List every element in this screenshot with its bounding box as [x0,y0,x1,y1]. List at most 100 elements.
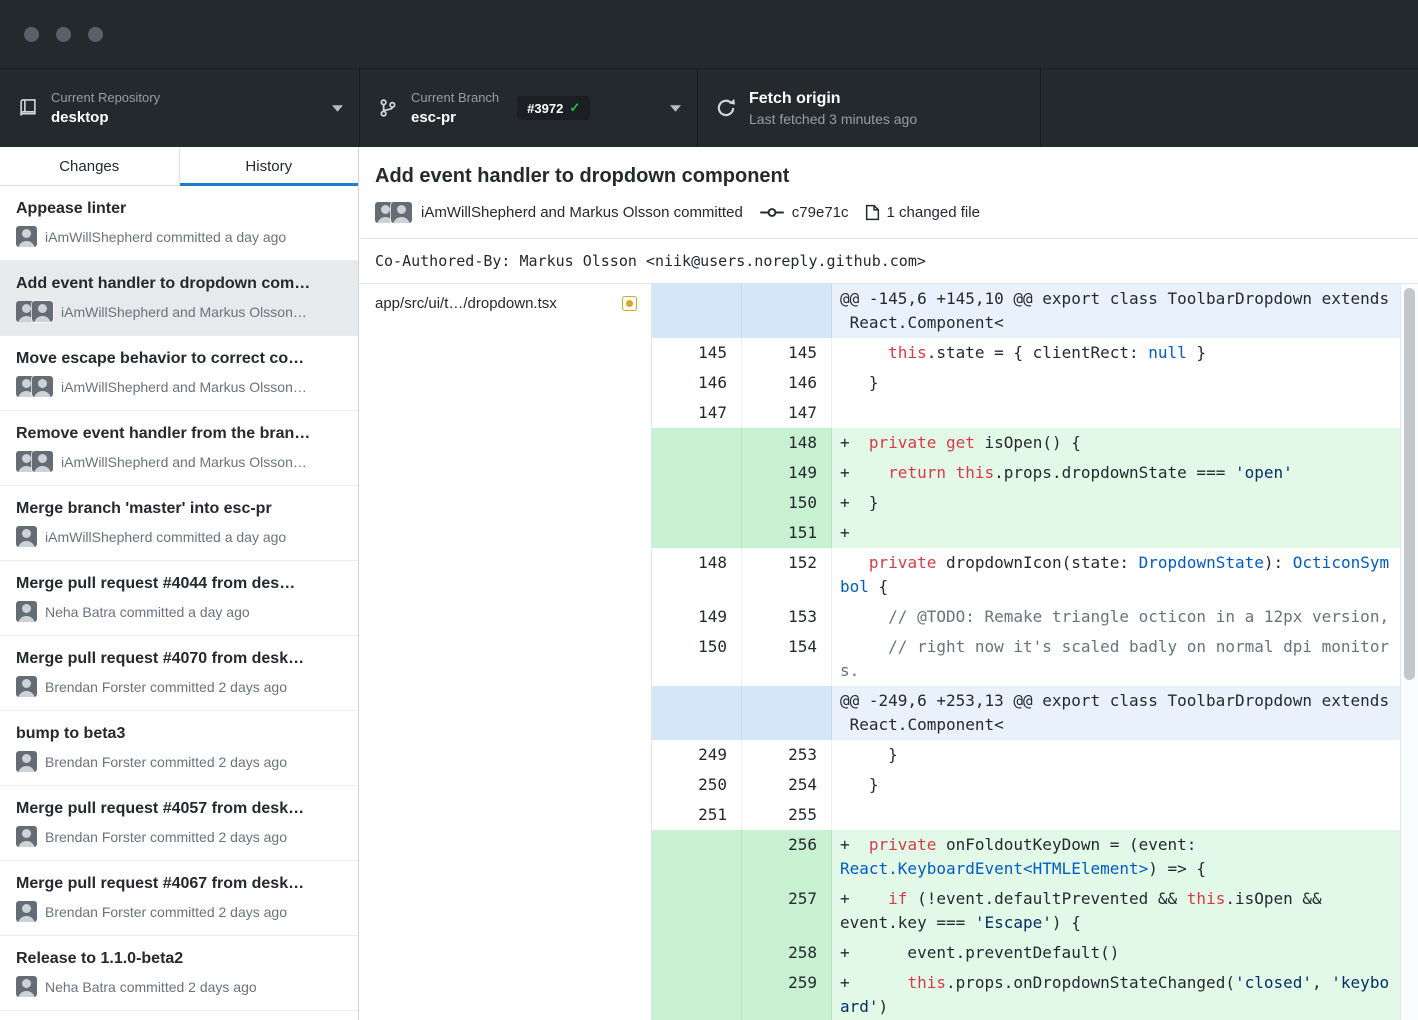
diff-gutter-new: 154 [742,632,832,686]
diff-code-cell: @@ -145,6 +145,10 @@ export class Toolba… [832,284,1418,338]
diff-line-row: 145145 this.state = { clientRect: null } [652,338,1418,368]
zoom-window-button[interactable] [88,27,103,42]
avatar-stack [16,376,53,397]
avatar [16,526,37,547]
diff-gutter-new: 257 [742,884,832,938]
commit-item-meta: iAmWillShepherd committed a day ago [16,226,342,247]
fetch-origin-button[interactable]: Fetch origin Last fetched 3 minutes ago [697,69,1040,147]
diff-gutter-new: 145 [742,338,832,368]
file-list-item[interactable]: app/src/ui/t…/dropdown.tsx [359,284,651,322]
diff-code-cell [832,398,1418,428]
commit-item-title: bump to beta3 [16,724,342,744]
commit-list-item[interactable]: bump to beta3 Brendan Forster committed 2… [0,711,358,786]
current-repository-label: Current Repository [51,90,160,106]
repo-icon [16,98,40,118]
avatar [16,601,37,622]
git-commit-icon [759,205,785,220]
toolbar-filler [1040,69,1418,147]
commit-item-meta: Brendan Forster committed 2 days ago [16,826,342,847]
avatar-stack [16,976,37,997]
avatar-stack [16,676,37,697]
diff-scrollbar-track[interactable] [1400,284,1418,1020]
diff-gutter-old: 146 [652,368,742,398]
git-branch-icon [376,98,400,118]
content: Changes History Appease linter iAmWillShe… [0,147,1418,1020]
diff-code-cell: + private onFoldoutKeyDown = (event: Rea… [832,830,1418,884]
current-repository-button[interactable]: Current Repository desktop [0,69,359,147]
commit-list-item[interactable]: Remove event handler from the bran… iAmWi… [0,411,358,486]
commit-list-item[interactable]: Move escape behavior to correct co…iAmWi… [0,336,358,411]
commit-item-title: Appease linter [16,199,342,219]
diff-gutter-new: 254 [742,770,832,800]
tab-changes[interactable]: Changes [0,147,180,185]
diff-gutter-old: 148 [652,548,742,602]
diff-code-cell: + } [832,488,1418,518]
diff-line-row: 250254 } [652,770,1418,800]
commit-summary: Add event handler to dropdown component … [359,147,1418,239]
diff-line-row: 259+ this.props.onDropdownStateChanged('… [652,968,1418,1020]
diff-gutter-new: 147 [742,398,832,428]
commit-list-item[interactable]: Merge branch 'master' into esc-priAmWill… [0,486,358,561]
diff-gutter-old: 149 [652,602,742,632]
commit-list-item[interactable]: Release to 1.1.0-beta2Neha Batra committ… [0,936,358,1011]
diff-line-row: 147147 [652,398,1418,428]
diff-gutter-new: 255 [742,800,832,830]
diff-gutter-old [652,284,742,338]
avatar-stack [16,601,37,622]
commit-list-item[interactable]: Appease linter iAmWillShepherd committed … [0,186,358,261]
commit-list-item[interactable]: Merge pull request #4070 from desk…Brend… [0,636,358,711]
current-branch-label: Current Branch [411,90,499,106]
commit-meta-row: iAmWillShepherd and Markus Olsson commit… [375,202,1402,223]
diff-gutter-old: 249 [652,740,742,770]
chevron-down-icon [670,105,681,112]
pr-status-badge: #3972 ✓ [517,96,590,120]
commit-title: Add event handler to dropdown component [375,163,1402,189]
commit-item-meta: iAmWillShepherd and Markus Olsson… [16,376,342,397]
fetch-origin-label: Fetch origin [749,89,917,109]
diff-viewer: @@ -145,6 +145,10 @@ export class Toolba… [652,284,1418,1020]
diff-workarea: app/src/ui/t…/dropdown.tsx @@ -145,6 +14… [359,284,1418,1020]
tab-history[interactable]: History [180,147,359,185]
minimize-window-button[interactable] [56,27,71,42]
diff-code-cell: @@ -249,6 +253,13 @@ export class Toolba… [832,686,1418,740]
avatar [391,202,412,223]
close-window-button[interactable] [24,27,39,42]
diff-line-row: 150+ } [652,488,1418,518]
current-branch-value: esc-pr [411,108,499,127]
diff-code-cell: this.state = { clientRect: null } [832,338,1418,368]
diff-code-cell: + this.props.onDropdownStateChanged('clo… [832,968,1418,1020]
commit-list-item[interactable]: Merge pull request #4053 from d…Brendan … [0,1011,358,1020]
diff-code-cell: + [832,518,1418,548]
commit-item-meta: iAmWillShepherd committed a day ago [16,526,342,547]
commit-list-item[interactable]: Merge pull request #4044 from des…Neha B… [0,561,358,636]
pr-number: #3972 [527,101,563,116]
diff-line-row: 257+ if (!event.defaultPrevented && this… [652,884,1418,938]
commit-list-item[interactable]: Merge pull request #4057 from desk…Brend… [0,786,358,861]
commit-list-item[interactable]: Add event handler to dropdown com…iAmWil… [0,261,358,336]
diff-code-cell: + event.preventDefault() [832,938,1418,968]
diff-gutter-new: 150 [742,488,832,518]
commit-item-meta: Brendan Forster committed 2 days ago [16,751,342,772]
file-modified-status-icon [622,296,637,311]
diff-line-row: 249253 } [652,740,1418,770]
diff-gutter-new: 146 [742,368,832,398]
diff-scrollbar-thumb[interactable] [1404,288,1415,680]
commit-meta-text: iAmWillShepherd and Markus Olsson… [61,454,307,470]
diff-gutter-old [652,884,742,938]
commit-list-item[interactable]: Merge pull request #4067 from desk… Brend… [0,861,358,936]
commit-meta-text: iAmWillShepherd committed a day ago [45,229,286,245]
avatar [32,301,53,322]
current-branch-button[interactable]: Current Branch esc-pr #3972 ✓ [359,69,697,147]
commit-meta-text: Brendan Forster committed 2 days ago [45,904,287,920]
diff-gutter-new: 152 [742,548,832,602]
avatar-stack [16,751,37,772]
commit-item-title: Merge pull request #4067 from desk… [16,874,342,894]
avatar [16,901,37,922]
commit-meta-text: Neha Batra committed 2 days ago [45,979,257,995]
commit-item-title: Remove event handler from the bran… [16,424,342,444]
sync-icon [714,97,738,119]
diff-gutter-new: 151 [742,518,832,548]
avatar [32,451,53,472]
avatar [16,751,37,772]
diff-gutter-new: 256 [742,830,832,884]
